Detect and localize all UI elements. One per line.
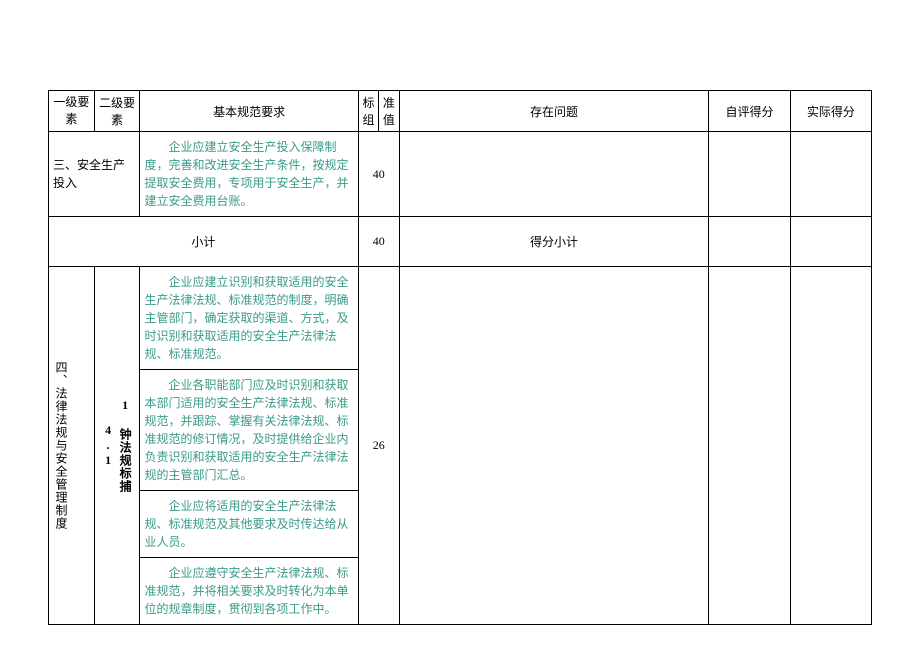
row-section3: 三、安全生产投入 企业应建立安全生产投入保障制度，完善和改进安全生产条件，按规定… xyxy=(49,132,872,217)
section4-level1: 四、法律法规与安全管理制度 xyxy=(49,267,95,625)
section4-item1: 企业应建立识别和获取适用的安全生产法律法规、标准规范的制度，明确主管部门，确定获… xyxy=(140,267,358,370)
section4-item2: 企业各职能部门应及时识别和获取本部门适用的安全生产法律法规、标准规范，并跟踪、掌… xyxy=(140,370,358,491)
header-issues: 存在问题 xyxy=(399,91,709,132)
section4-self-score xyxy=(709,267,790,625)
section4-item4: 企业应遵守安全生产法律法规、标准规范，并将相关要求及时转化为本单位的规章制度，贯… xyxy=(140,558,358,625)
section3-content: 企业应建立安全生产投入保障制度，完善和改进安全生产条件，按规定提取安全费用，专项… xyxy=(140,132,358,217)
subtotal-label: 小计 xyxy=(49,217,359,267)
header-row: 一级要素 二级要素 基本规范要求 标 组 准 值 存在问题 自评得分 实际得分 xyxy=(49,91,872,132)
section4-issues xyxy=(399,267,709,625)
header-self-score: 自评得分 xyxy=(709,91,790,132)
section3-level1: 三、安全生产投入 xyxy=(49,132,140,217)
header-standard-b: 准 值 xyxy=(379,91,399,132)
subtotal-score: 40 xyxy=(358,217,399,267)
section3-actual-score xyxy=(790,132,871,217)
section4-level2: 4.1 1 钟法规标捕 xyxy=(94,267,140,625)
header-level1: 一级要素 xyxy=(49,91,95,132)
assessment-table: 一级要素 二级要素 基本规范要求 标 组 准 值 存在问题 自评得分 实际得分 … xyxy=(48,90,872,625)
header-level2: 二级要素 xyxy=(94,91,140,132)
subtotal-actual-score xyxy=(790,217,871,267)
subtotal-self-score xyxy=(709,217,790,267)
row-section4-item1: 四、法律法规与安全管理制度 4.1 1 钟法规标捕 企业应建立识别和获取适用的安… xyxy=(49,267,872,370)
header-requirements: 基本规范要求 xyxy=(140,91,358,132)
header-actual-score: 实际得分 xyxy=(790,91,871,132)
header-standard-a: 标 组 xyxy=(358,91,378,132)
section3-score: 40 xyxy=(358,132,399,217)
subtotal-row: 小计 40 得分小计 xyxy=(49,217,872,267)
section4-item3: 企业应将适用的安全生产法律法规、标准规范及其他要求及时传达给从业人员。 xyxy=(140,491,358,558)
subtotal-subscore-label: 得分小计 xyxy=(399,217,709,267)
section4-score: 26 xyxy=(358,267,399,625)
section3-self-score xyxy=(709,132,790,217)
section4-actual-score xyxy=(790,267,871,625)
section3-issues xyxy=(399,132,709,217)
